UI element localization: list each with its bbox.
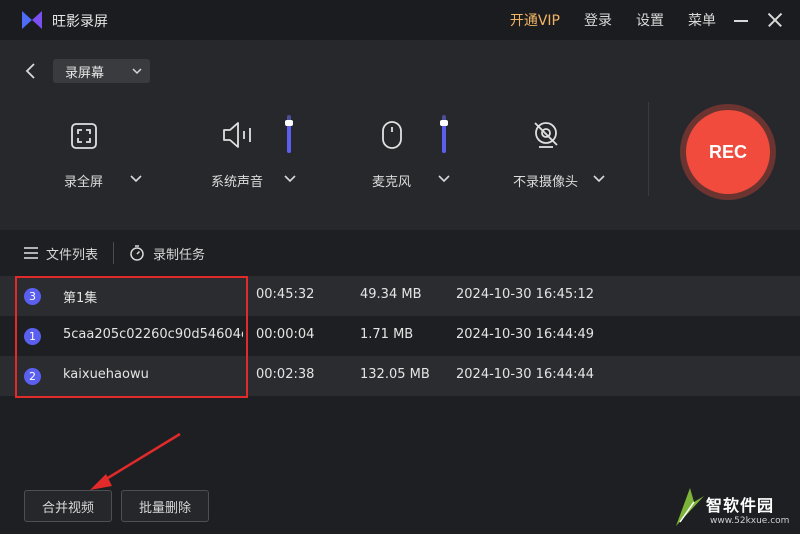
file-name: 5caa205c02260c90d54604c9e (63, 327, 243, 342)
camera-chevron-down-icon[interactable] (593, 172, 605, 184)
watermark-logo-icon (676, 488, 704, 526)
file-list: 3 第1集 00:45:32 49.34 MB 2024-10-30 16:45… (0, 276, 800, 396)
file-row[interactable]: 1 5caa205c02260c90d54604c9e 00:00:04 1.7… (0, 316, 800, 356)
app-title: 旺影录屏 (52, 14, 108, 30)
chevron-down-icon (132, 68, 142, 75)
file-time: 2024-10-30 16:44:49 (456, 327, 595, 342)
file-name: 第1集 (63, 291, 98, 306)
rec-button-ring[interactable]: REC (680, 104, 776, 200)
title-menu: 开通VIP 登录 设置 菜单 (510, 0, 800, 40)
panel-divider (648, 102, 649, 196)
file-time: 2024-10-30 16:44:44 (456, 367, 595, 382)
speaker-icon[interactable] (221, 120, 255, 150)
file-size: 1.71 MB (360, 327, 414, 342)
rec-button[interactable]: REC (686, 110, 770, 194)
mode-select[interactable]: 录屏幕 (53, 59, 150, 83)
file-duration: 00:02:38 (256, 367, 315, 382)
file-size: 49.34 MB (360, 287, 422, 302)
microphone-volume-knob[interactable] (440, 120, 448, 126)
tab-file-list[interactable]: 文件列表 (24, 230, 98, 276)
fullscreen-icon[interactable] (70, 122, 98, 150)
camera-label[interactable]: 不录摄像头 (513, 171, 578, 190)
microphone-volume-slider[interactable] (440, 115, 448, 153)
batch-delete-button[interactable]: 批量删除 (121, 490, 209, 522)
microphone-chevron-down-icon[interactable] (438, 172, 450, 184)
login-link[interactable]: 登录 (584, 10, 612, 30)
tabs-bar: 文件列表 录制任务 (0, 230, 800, 276)
file-duration: 00:00:04 (256, 327, 315, 342)
file-index-badge: 1 (24, 328, 41, 345)
file-size: 132.05 MB (360, 367, 430, 382)
system-audio-label[interactable]: 系统声音 (211, 171, 263, 190)
list-icon (24, 247, 38, 259)
menu-link[interactable]: 菜单 (688, 10, 716, 30)
tab-record-tasks-label: 录制任务 (153, 247, 206, 263)
watermark-title: 智软件园 (706, 496, 775, 515)
app-logo-icon (22, 11, 42, 29)
file-row[interactable]: 3 第1集 00:45:32 49.34 MB 2024-10-30 16:45… (0, 276, 800, 316)
tab-file-list-label: 文件列表 (46, 247, 99, 263)
file-index-badge: 2 (24, 368, 41, 385)
settings-link[interactable]: 设置 (636, 10, 664, 30)
annotation-arrow-icon (90, 432, 181, 490)
tab-separator (113, 242, 114, 264)
watermark: 智软件园 www.52kxue.com (670, 478, 800, 534)
system-audio-volume-slider[interactable] (285, 115, 293, 153)
back-arrow-icon[interactable] (22, 62, 40, 80)
fullscreen-label[interactable]: 录全屏 (64, 171, 103, 190)
mode-select-value: 录屏幕 (65, 65, 105, 81)
close-button[interactable] (766, 11, 784, 29)
microphone-label[interactable]: 麦克风 (372, 171, 411, 190)
timer-icon (130, 245, 144, 261)
system-audio-volume-knob[interactable] (285, 120, 293, 126)
fullscreen-chevron-down-icon[interactable] (130, 172, 142, 184)
system-audio-chevron-down-icon[interactable] (284, 172, 296, 184)
minimize-button[interactable] (732, 11, 750, 29)
file-duration: 00:45:32 (256, 287, 315, 302)
merge-video-button[interactable]: 合并视频 (24, 490, 112, 522)
tab-record-tasks[interactable]: 录制任务 (129, 230, 205, 276)
control-panel: 录屏幕 录全屏 系统声音 麦克风 不录摄像头 (0, 40, 800, 230)
microphone-volume-fill (442, 123, 446, 153)
watermark-url: www.52kxue.com (710, 516, 790, 526)
camera-off-icon[interactable] (530, 120, 562, 152)
system-audio-volume-fill (287, 123, 291, 153)
mouse-icon[interactable] (380, 120, 404, 152)
title-bar: 旺影录屏 开通VIP 登录 设置 菜单 (0, 0, 800, 40)
file-time: 2024-10-30 16:45:12 (456, 287, 595, 302)
file-index-badge: 3 (24, 288, 41, 305)
file-name: kaixuehaowu (63, 367, 149, 382)
file-row[interactable]: 2 kaixuehaowu 00:02:38 132.05 MB 2024-10… (0, 356, 800, 396)
vip-link[interactable]: 开通VIP (510, 10, 560, 30)
